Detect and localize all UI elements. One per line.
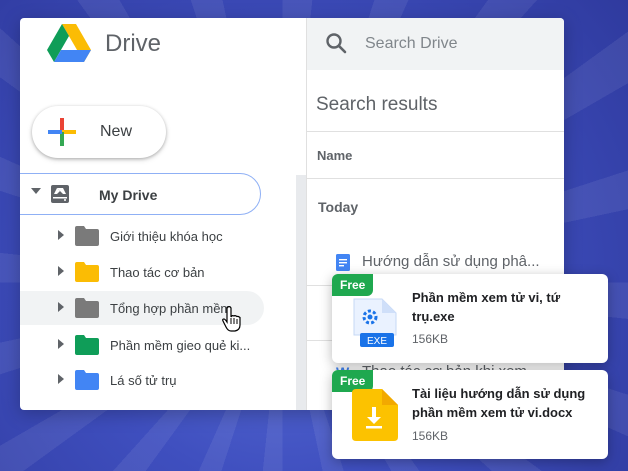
group-label-today: Today <box>318 199 359 215</box>
caret-down-icon[interactable] <box>31 188 41 194</box>
my-drive-label: My Drive <box>99 187 158 203</box>
new-button-label: New <box>100 123 133 140</box>
pane-divider <box>306 18 307 410</box>
sidebar-scrollbar[interactable] <box>296 175 306 410</box>
plus-icon <box>48 118 76 146</box>
caret-right-icon[interactable] <box>58 374 64 384</box>
new-button[interactable]: New <box>32 106 166 158</box>
column-header-name[interactable]: Name <box>317 148 352 163</box>
drive-logo-icon <box>47 24 91 62</box>
folder-label: Giới thiệu khóa học <box>110 229 223 244</box>
folder-icon <box>75 335 99 355</box>
sidebar-item-my-drive[interactable]: My Drive <box>20 173 261 215</box>
exe-file-icon: EXE <box>353 298 397 347</box>
caret-right-icon[interactable] <box>58 339 64 349</box>
caret-right-icon[interactable] <box>58 230 64 240</box>
folder-icon <box>75 298 99 318</box>
search-input[interactable] <box>363 31 557 57</box>
folder-icon <box>75 226 99 246</box>
card-title: Phần mềm xem tử vi, tứ trụ.exe <box>412 290 561 324</box>
caret-right-icon[interactable] <box>58 302 64 312</box>
sidebar-folder-la-so[interactable]: Lá số tử trụ <box>20 363 264 397</box>
download-file-icon <box>352 389 398 441</box>
file-name: Hướng dẫn sử dụng phâ... <box>362 253 540 270</box>
folder-label: Lá số tử trụ <box>110 373 177 388</box>
free-badge: Free <box>332 274 374 296</box>
card-title: Tài liệu hướng dẫn sử dụng phần mềm xem … <box>412 386 586 420</box>
folder-icon <box>75 262 99 282</box>
divider <box>307 131 564 132</box>
exe-label: EXE <box>367 336 387 347</box>
card-size: 156KB <box>412 429 449 443</box>
results-title: Search results <box>316 94 438 115</box>
folder-icon <box>75 370 99 390</box>
sidebar-folder-gioi-thieu[interactable]: Giới thiệu khóa học <box>20 219 264 253</box>
folder-label: Phần mềm gieo quẻ ki... <box>110 338 251 353</box>
download-card-exe[interactable]: Free EXE Phần mềm xem tử vi, tứ trụ.exe … <box>332 274 608 363</box>
hand-cursor-icon <box>222 306 241 332</box>
app-name: Drive <box>105 30 162 57</box>
caret-right-icon[interactable] <box>58 266 64 276</box>
google-doc-icon <box>336 254 350 271</box>
search-icon[interactable] <box>325 32 347 54</box>
divider <box>307 178 564 179</box>
download-card-docx[interactable]: Free Tài liệu hướng dẫn sử dụng phần mềm… <box>332 370 608 459</box>
search-bar[interactable] <box>307 18 564 70</box>
drive-hdd-icon <box>51 185 69 203</box>
card-size: 156KB <box>412 332 449 346</box>
sidebar-folder-gieo-que[interactable]: Phần mềm gieo quẻ ki... <box>20 328 264 362</box>
folder-label: Tổng hợp phần mềm <box>110 301 232 316</box>
folder-label: Thao tác cơ bản <box>110 265 205 280</box>
sidebar-folder-thao-tac[interactable]: Thao tác cơ bản <box>20 255 264 289</box>
